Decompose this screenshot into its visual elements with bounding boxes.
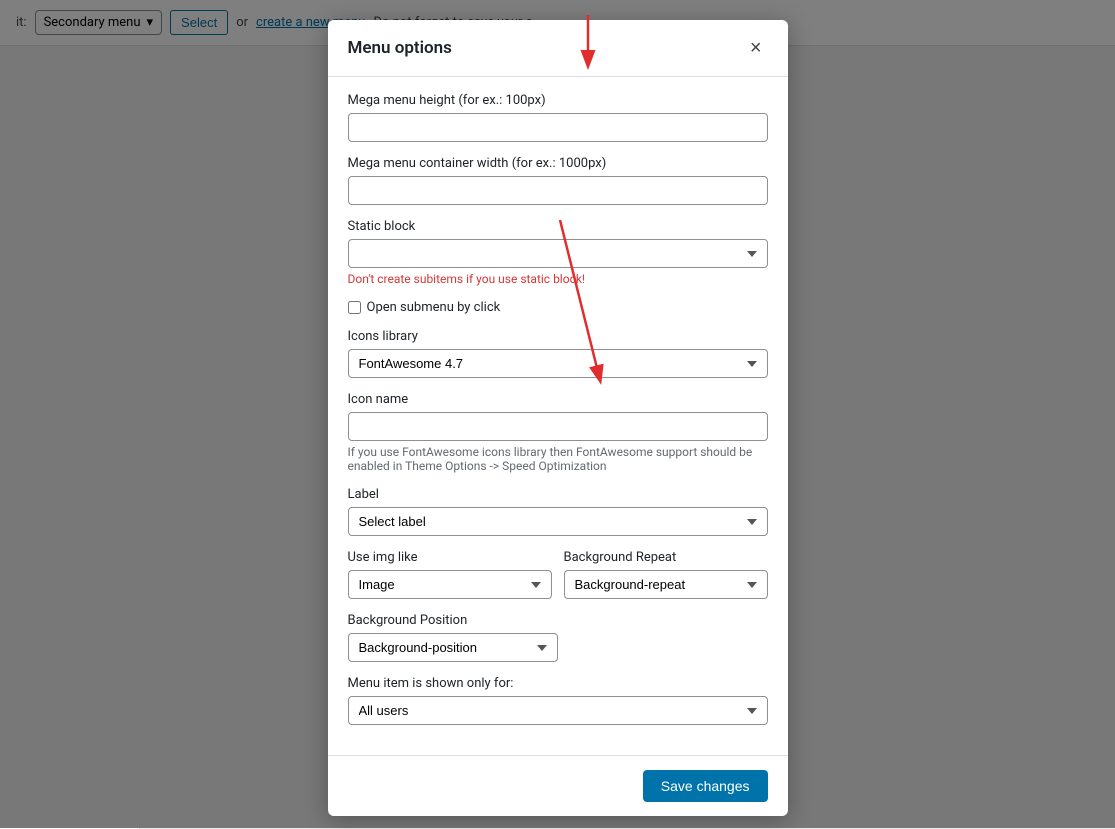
background-repeat-label: Background Repeat (564, 550, 768, 565)
save-changes-button[interactable]: Save changes (643, 770, 768, 802)
icons-library-select[interactable]: FontAwesome 4.7 (348, 349, 768, 378)
use-img-like-group: Use img like Image (348, 550, 552, 599)
label-select[interactable]: Select label (348, 507, 768, 536)
mega-menu-height-input[interactable] (348, 113, 768, 142)
icons-library-label: Icons library (348, 329, 768, 344)
static-block-select[interactable] (348, 239, 768, 268)
open-submenu-label: Open submenu by click (367, 300, 501, 315)
menu-item-shown-label: Menu item is shown only for: (348, 676, 768, 691)
modal-overlay: Menu options × Mega menu height (for ex.… (0, 0, 1115, 828)
mega-menu-width-input[interactable] (348, 176, 768, 205)
menu-options-modal: Menu options × Mega menu height (for ex.… (328, 20, 788, 816)
modal-header: Menu options × (328, 20, 788, 77)
mega-menu-width-label: Mega menu container width (for ex.: 1000… (348, 156, 768, 171)
icon-name-label: Icon name (348, 392, 768, 407)
modal-footer: Save changes (328, 755, 788, 816)
menu-item-shown-group: Menu item is shown only for: All users (348, 676, 768, 725)
modal-close-button[interactable]: × (744, 36, 768, 60)
menu-item-shown-select[interactable]: All users (348, 696, 768, 725)
open-submenu-checkbox[interactable] (348, 301, 361, 314)
open-submenu-row: Open submenu by click (348, 300, 768, 315)
background-repeat-select[interactable]: Background-repeat (564, 570, 768, 599)
static-block-note: Don't create subitems if you use static … (348, 272, 768, 286)
modal-body: Mega menu height (for ex.: 100px) Mega m… (328, 77, 788, 755)
mega-menu-width-group: Mega menu container width (for ex.: 1000… (348, 156, 768, 205)
background-repeat-group: Background Repeat Background-repeat (564, 550, 768, 599)
mega-menu-height-label: Mega menu height (for ex.: 100px) (348, 93, 768, 108)
background-position-group: Background Position Background-position (348, 613, 768, 662)
modal-title: Menu options (348, 38, 452, 58)
background-position-label: Background Position (348, 613, 768, 628)
mega-menu-height-group: Mega menu height (for ex.: 100px) (348, 93, 768, 142)
icons-library-group: Icons library FontAwesome 4.7 (348, 329, 768, 378)
static-block-label: Static block (348, 219, 768, 234)
icon-name-group: Icon name If you use FontAwesome icons l… (348, 392, 768, 473)
label-field-label: Label (348, 487, 768, 502)
static-block-group: Static block Don't create subitems if yo… (348, 219, 768, 286)
two-col-row-1: Use img like Image Background Repeat Bac… (348, 550, 768, 613)
background-position-select[interactable]: Background-position (348, 633, 558, 662)
icon-note: If you use FontAwesome icons library the… (348, 445, 768, 473)
use-img-like-select[interactable]: Image (348, 570, 552, 599)
icon-name-input[interactable] (348, 412, 768, 441)
use-img-like-label: Use img like (348, 550, 552, 565)
label-group: Label Select label (348, 487, 768, 536)
